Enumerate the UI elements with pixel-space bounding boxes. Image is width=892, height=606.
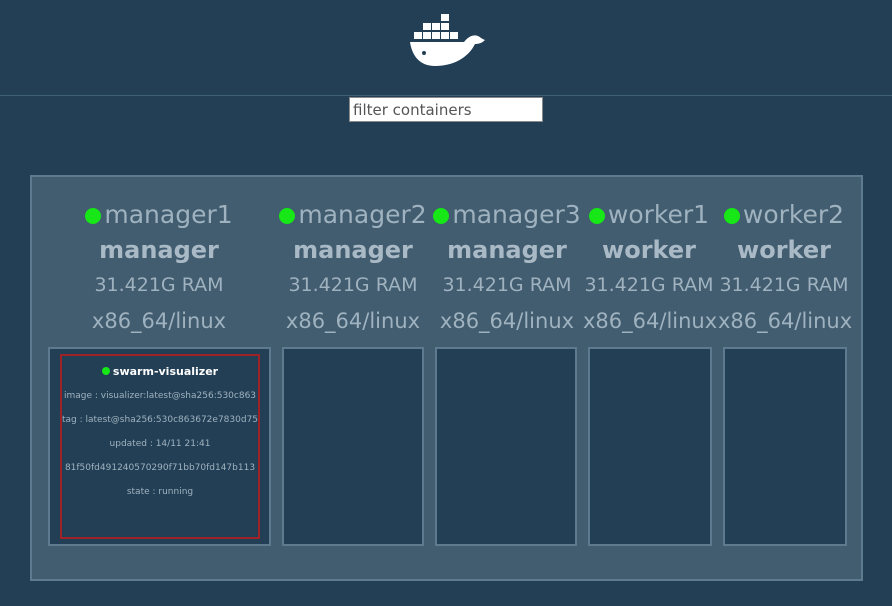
task-image: image : visualizer:latest@sha256:530c863	[63, 391, 257, 401]
node-role: worker	[602, 236, 696, 264]
node-ram: 31.421G RAM	[94, 274, 224, 296]
node-status-indicator	[588, 208, 605, 224]
node-role: worker	[737, 236, 831, 264]
node-name: manager3	[452, 200, 581, 229]
node-ram: 31.421G RAM	[719, 274, 849, 296]
task-id: 81f50fd491240570290f71bb70fd147b113	[64, 463, 256, 473]
app-header	[0, 0, 892, 96]
node-name-row: manager2	[278, 200, 428, 230]
node-container-list	[723, 347, 847, 546]
node-name-row: manager3	[432, 200, 582, 230]
task-name-row: swarm-visualizer	[62, 365, 258, 378]
node-role: manager	[447, 236, 567, 264]
node-arch: x86_64/linux	[91, 309, 227, 333]
node-status-indicator	[85, 208, 102, 224]
node-name: manager2	[298, 200, 427, 229]
node-arch: x86_64/linux	[718, 309, 853, 333]
node-arch: x86_64/linux	[439, 309, 575, 333]
node-role: manager	[99, 236, 219, 264]
task-updated: updated : 14/11 21:41	[109, 439, 211, 449]
task-tag: tag : latest@sha256:530c863672e7830d75	[62, 415, 259, 425]
filter-containers-input[interactable]	[349, 97, 543, 122]
node-role: manager	[293, 236, 413, 264]
node-name: manager1	[104, 200, 233, 229]
node-name-row: worker2	[718, 200, 850, 230]
node-status-indicator	[279, 208, 296, 224]
task-status-indicator	[101, 367, 110, 375]
node-status-indicator	[723, 208, 740, 224]
node-ram: 31.421G RAM	[442, 274, 572, 296]
node-arch: x86_64/linux	[583, 309, 718, 333]
node-name-row: manager1	[79, 200, 239, 230]
task-name: swarm-visualizer	[112, 365, 219, 378]
task-card[interactable]: swarm-visualizer image : visualizer:late…	[60, 354, 260, 539]
node-ram: 31.421G RAM	[584, 274, 714, 296]
node-arch: x86_64/linux	[285, 309, 421, 333]
node-container-list	[282, 347, 424, 546]
swarm-nodes-board: manager1 manager 31.421G RAM x86_64/linu…	[30, 175, 863, 581]
node-container-list	[435, 347, 577, 546]
task-state: state : running	[126, 487, 194, 497]
node-name-row: worker1	[583, 200, 715, 230]
docker-whale-icon	[410, 14, 485, 66]
node-ram: 31.421G RAM	[288, 274, 418, 296]
node-name: worker1	[607, 200, 710, 229]
node-container-list	[588, 347, 712, 546]
node-status-indicator	[433, 208, 450, 224]
node-container-list: swarm-visualizer image : visualizer:late…	[48, 347, 271, 546]
node-name: worker2	[742, 200, 845, 229]
